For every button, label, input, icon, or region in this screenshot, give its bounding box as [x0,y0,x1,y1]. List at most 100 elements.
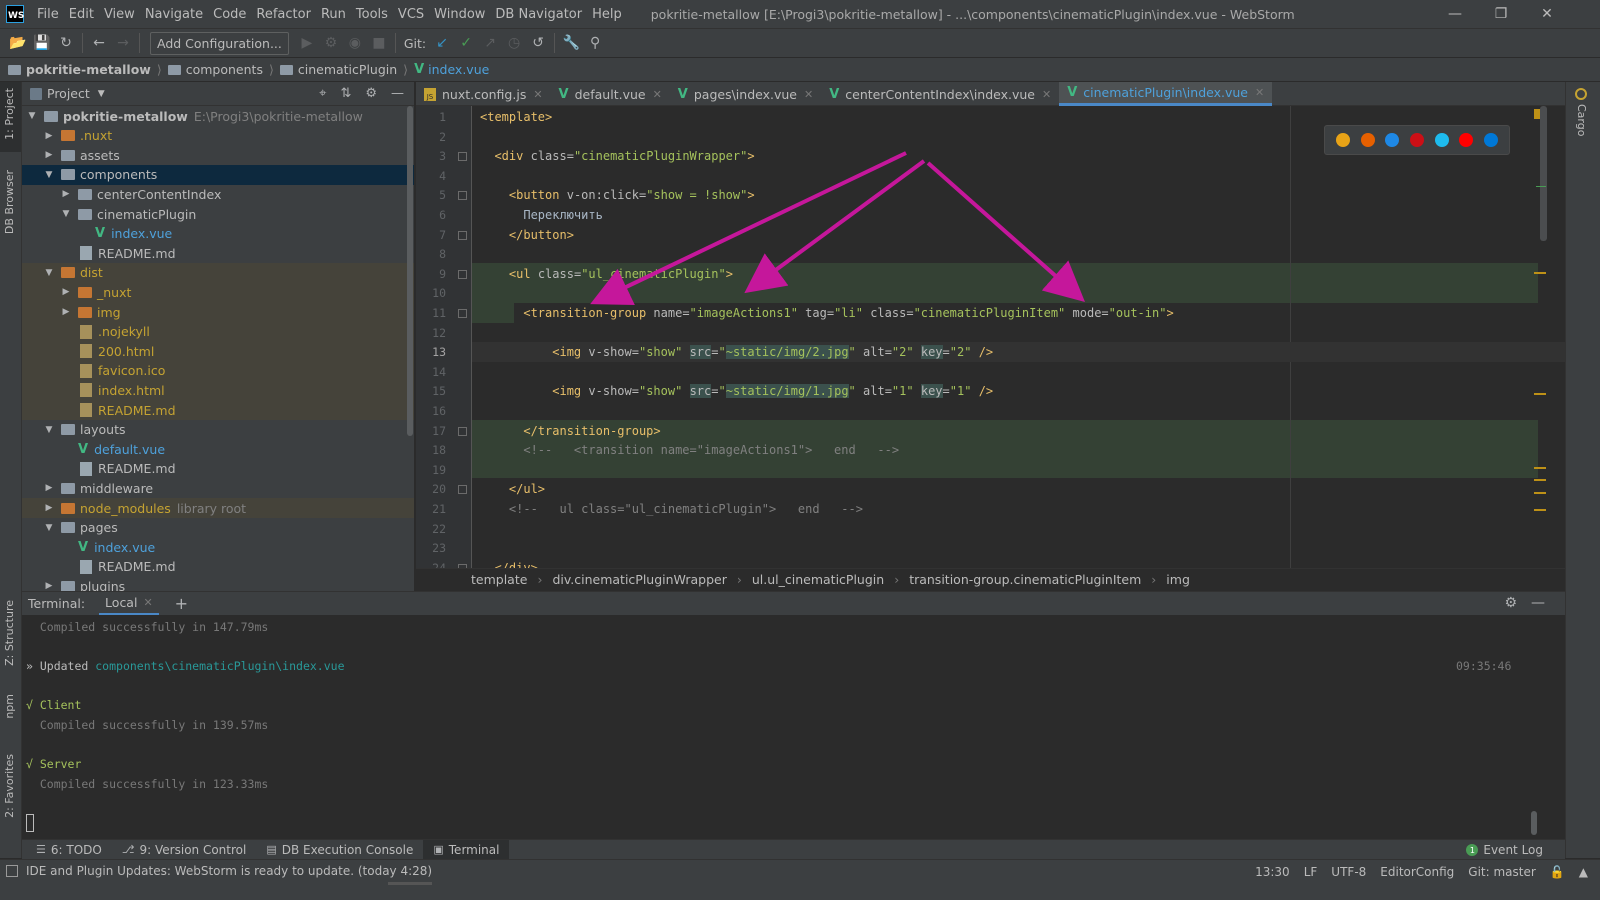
tree-item[interactable]: README.md [22,557,414,577]
tree-item[interactable]: ▶ assets [22,145,414,165]
tree-item[interactable]: ▼ pokritie-metallow E:\Progi3\pokritie-met… [22,106,414,126]
close-icon[interactable]: ✕ [1042,88,1051,101]
tree-item[interactable]: ▼ components [22,164,414,185]
history-icon[interactable]: ◷ [502,31,526,55]
tree-item[interactable]: ▶ img [22,302,414,322]
tree-item[interactable]: README.md [22,459,414,479]
collapsed-arrow-icon[interactable]: ▶ [60,307,72,317]
toggle-tool-windows-icon[interactable] [6,865,18,877]
git-update-icon[interactable]: ↙ [430,31,454,55]
editorconfig-status[interactable]: EditorConfig [1380,865,1454,879]
tree-item[interactable]: README.md [22,243,414,263]
caret-position[interactable]: 13:30 [1255,865,1290,879]
expanded-arrow-icon[interactable]: ▼ [43,170,55,180]
expanded-arrow-icon[interactable]: ▼ [43,425,55,435]
forward-icon[interactable]: → [111,31,135,55]
tool-tab--todo[interactable]: ☰ 6: TODO [26,840,112,860]
tree-item[interactable]: ▶ node_modules library root [22,498,414,518]
terminal-file-link[interactable]: components\cinematicPlugin\index.vue [95,659,344,673]
breadcrumb-file[interactable]: Vindex.vue [414,62,489,77]
status-message[interactable]: IDE and Plugin Updates: WebStorm is read… [26,864,432,878]
editor-crumb-img[interactable]: img [1166,572,1190,587]
tree-item[interactable]: ▶ _nuxt [22,282,414,303]
tree-item[interactable]: .nojekyll [22,321,414,342]
npm-tool-button[interactable]: npm [3,694,16,719]
menu-edit[interactable]: Edit [64,7,99,22]
expanded-arrow-icon[interactable]: ▼ [43,523,55,533]
menu-run[interactable]: Run [316,7,351,22]
lock-icon[interactable]: 🔓 [1550,865,1565,879]
collapsed-arrow-icon[interactable]: ▶ [43,150,55,160]
collapsed-arrow-icon[interactable]: ▶ [60,287,72,297]
code-editor[interactable]: 1 2 3 4 5 6 7 8 9 10 11 12 13 14 15 16 17 18 19 20 21 22 23 24 … [416,106,1565,568]
close-icon[interactable]: ✕ [533,88,542,101]
project-view-selector[interactable]: Project [47,86,90,101]
breadcrumb-components[interactable]: components [167,62,263,77]
tree-item[interactable]: ▶ middleware [22,478,414,498]
tree-item[interactable]: ▼ dist [22,262,414,283]
editor-tab[interactable]: JS nuxt.config.js ✕ [416,82,551,106]
collapsed-arrow-icon[interactable]: ▶ [60,189,72,199]
menu-tools[interactable]: Tools [351,7,393,22]
minimize-icon[interactable]: — [1432,0,1478,28]
back-icon[interactable]: ← [87,31,111,55]
sync-icon[interactable]: ↻ [54,31,78,55]
editor-tab[interactable]: VcinematicPlugin\index.vue ✕ [1059,82,1273,106]
coverage-icon[interactable]: ◉ [343,31,367,55]
add-configuration-button[interactable]: Add Configuration... [150,31,289,55]
collapsed-arrow-icon[interactable]: ▶ [43,581,55,591]
git-branch[interactable]: Git: master [1468,865,1536,879]
gear-icon[interactable]: ⚙ [1504,595,1517,611]
search-icon[interactable]: ⚲ [583,31,607,55]
chevron-down-icon[interactable]: ▼ [98,89,105,99]
breadcrumb-project[interactable]: pokritie-metallow [8,62,151,77]
close-icon[interactable]: ✕ [653,88,662,101]
hide-panel-icon[interactable]: — [391,86,404,101]
tree-item[interactable]: ▶ .nuxt [22,126,414,146]
editor-crumb-ul[interactable]: ul.ul_cinematicPlugin [752,572,884,587]
close-icon[interactable]: ✕ [143,596,152,609]
run-icon[interactable]: ▶ [295,31,319,55]
stop-icon[interactable]: ■ [367,31,391,55]
expanded-arrow-icon[interactable]: ▼ [43,268,55,278]
terminal-scrollbar[interactable] [1531,811,1537,835]
close-icon[interactable]: ✕ [804,88,813,101]
tree-item[interactable]: 200.html [22,341,414,362]
collapsed-arrow-icon[interactable]: ▶ [43,503,55,513]
expanded-arrow-icon[interactable]: ▼ [26,111,38,121]
hide-panel-icon[interactable]: — [1531,595,1545,611]
tree-item[interactable]: README.md [22,400,414,420]
line-separator[interactable]: LF [1304,865,1318,879]
tree-item[interactable]: Vindex.vue [22,224,414,244]
gear-icon[interactable]: ⚙ [365,86,377,101]
tree-item[interactable]: ▼ pages [22,518,414,538]
menu-refactor[interactable]: Refactor [251,7,316,22]
menu-window[interactable]: Window [429,7,490,22]
tree-item[interactable]: Vindex.vue [22,537,414,557]
close-icon[interactable]: ✕ [1255,86,1264,99]
open-icon[interactable]: 📂 [6,31,30,55]
tool-tab-terminal[interactable]: ▣ Terminal [423,839,510,860]
close-icon[interactable]: ✕ [1524,0,1570,28]
terminal-output[interactable]: Compiled successfully in 147.79ms » Updat… [22,615,1565,839]
db-browser-tool-button[interactable]: DB Browser [3,170,16,234]
editor-crumb-div[interactable]: div.cinematicPluginWrapper [552,572,726,587]
notifications-icon[interactable]: ▲ [1579,865,1588,879]
menu-help[interactable]: Help [587,7,627,22]
collapse-all-icon[interactable]: ⇅ [340,86,351,101]
tree-item[interactable]: favicon.ico [22,360,414,381]
git-commit-icon[interactable]: ✓ [454,31,478,55]
breadcrumb-cinematicplugin[interactable]: cinematicPlugin [279,62,397,77]
terminal-tab-local[interactable]: Local ✕ [99,592,159,616]
menu-navigate[interactable]: Navigate [140,7,208,22]
menu-file[interactable]: File [32,7,64,22]
menu-vcs[interactable]: VCS [393,7,429,22]
cargo-tool-button[interactable]: Cargo [1575,104,1588,136]
debug-icon[interactable]: ⚙ [319,31,343,55]
project-tool-button[interactable]: 1: Project [3,88,16,140]
tool-tab--version-control[interactable]: ⎇ 9: Version Control [112,840,257,860]
restore-icon[interactable]: ❐ [1478,0,1524,28]
scroll-thumb[interactable] [407,106,413,436]
git-push-icon[interactable]: ↗ [478,31,502,55]
settings-wrench-icon[interactable]: 🔧 [559,31,583,55]
